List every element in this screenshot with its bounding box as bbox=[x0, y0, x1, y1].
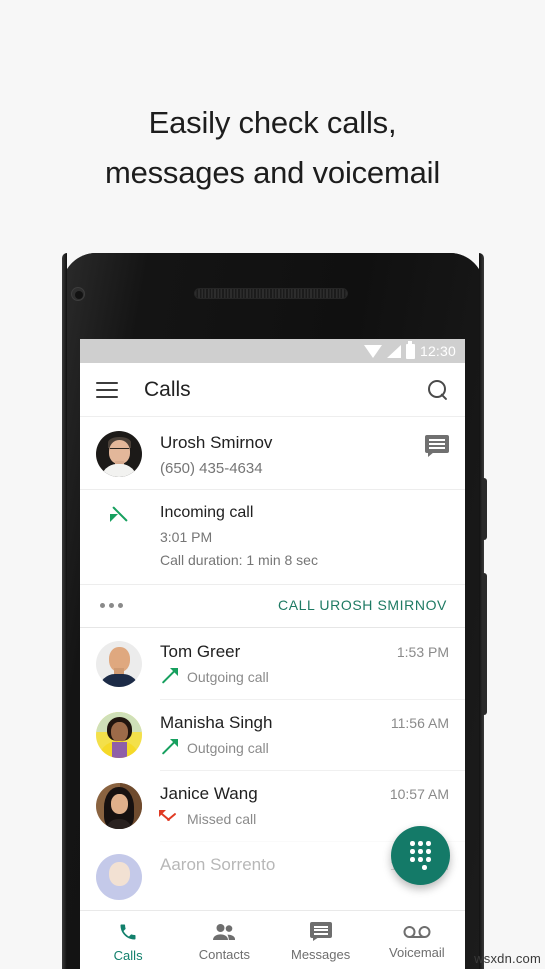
page-title: Easily check calls, messages and voicema… bbox=[0, 98, 545, 198]
phone-left-edge bbox=[62, 253, 67, 969]
people-icon bbox=[212, 923, 236, 941]
battery-icon bbox=[405, 341, 415, 359]
wifi-icon bbox=[363, 344, 382, 358]
phone-screen: 12:30 Calls Urosh Smirnov (650) 435-4634 bbox=[80, 339, 465, 969]
avatar bbox=[96, 712, 142, 758]
expanded-call-header: Urosh Smirnov (650) 435-4634 bbox=[80, 417, 465, 489]
contact-name: Urosh Smirnov bbox=[160, 433, 273, 452]
call-card-actions: CALL UROSH SMIRNOV bbox=[80, 584, 465, 627]
call-time: 3:01 PM bbox=[160, 529, 213, 545]
tab-label: Voicemail bbox=[389, 945, 445, 960]
avatar bbox=[96, 641, 142, 687]
watermark: wsxdn.com bbox=[474, 951, 541, 966]
headline-line-2: messages and voicemail bbox=[104, 155, 441, 190]
app-bar-title: Calls bbox=[144, 377, 191, 401]
app-bar: Calls bbox=[80, 363, 465, 417]
contact-phone-number: (650) 435-4634 bbox=[160, 460, 263, 477]
call-duration: Call duration: 1 min 8 sec bbox=[160, 552, 318, 568]
call-type-label: Outgoing call bbox=[187, 740, 269, 756]
missed-call-arrow-icon bbox=[159, 810, 177, 828]
status-bar-clock: 12:30 bbox=[419, 343, 456, 359]
table-row[interactable]: Manisha Singh Outgoing call 11:56 AM bbox=[80, 699, 465, 770]
contact-name: Tom Greer bbox=[160, 642, 241, 661]
call-time: 1:53 PM bbox=[396, 644, 449, 660]
call-time: 10:57 AM bbox=[389, 786, 449, 802]
tab-calls[interactable]: Calls bbox=[80, 918, 176, 963]
hamburger-menu-icon[interactable] bbox=[96, 381, 118, 398]
call-type-label: Incoming call bbox=[160, 504, 254, 521]
phone-icon bbox=[118, 922, 138, 942]
tab-messages[interactable]: Messages bbox=[273, 918, 369, 962]
overflow-menu-icon[interactable] bbox=[100, 602, 123, 608]
bottom-navigation-bar: Calls Contacts Messages Voicemail bbox=[80, 910, 465, 969]
promo-screenshot: Easily check calls, messages and voicema… bbox=[0, 0, 545, 969]
call-detail: Incoming call 3:01 PM Call duration: 1 m… bbox=[80, 489, 465, 584]
tab-voicemail[interactable]: Voicemail bbox=[369, 920, 465, 960]
status-bar: 12:30 bbox=[80, 339, 465, 363]
call-contact-button[interactable]: CALL UROSH SMIRNOV bbox=[278, 597, 447, 613]
avatar bbox=[96, 854, 142, 900]
earpiece-speaker bbox=[194, 288, 348, 299]
contact-name: Manisha Singh bbox=[160, 713, 273, 732]
headline-line-1: Easily check calls, bbox=[148, 105, 397, 140]
call-time: 11:56 AM bbox=[390, 715, 449, 731]
tab-contacts[interactable]: Contacts bbox=[176, 919, 272, 962]
contact-info: Urosh Smirnov (650) 435-4634 bbox=[160, 431, 425, 479]
tab-label: Contacts bbox=[198, 946, 251, 962]
avatar bbox=[96, 783, 142, 829]
power-button[interactable] bbox=[482, 478, 487, 540]
volume-button[interactable] bbox=[482, 573, 487, 715]
dialpad-icon bbox=[410, 841, 431, 870]
message-icon bbox=[309, 922, 332, 941]
table-row[interactable]: Tom Greer Outgoing call 1:53 PM bbox=[80, 628, 465, 699]
contact-name: Aaron Sorrento bbox=[160, 855, 276, 874]
message-icon[interactable] bbox=[425, 435, 449, 457]
contact-name: Janice Wang bbox=[160, 784, 258, 803]
search-icon[interactable] bbox=[427, 379, 449, 401]
tab-label: Calls bbox=[113, 947, 143, 963]
voicemail-icon bbox=[403, 924, 431, 939]
expanded-call-card[interactable]: Urosh Smirnov (650) 435-4634 Incoming ca… bbox=[80, 417, 465, 628]
outgoing-call-arrow-icon bbox=[160, 739, 178, 757]
dialpad-fab-button[interactable] bbox=[391, 826, 450, 885]
outgoing-call-arrow-icon bbox=[160, 668, 178, 686]
incoming-call-arrow-icon bbox=[109, 506, 128, 523]
call-type-label: Outgoing call bbox=[187, 669, 269, 685]
call-type-label: Missed call bbox=[187, 811, 257, 827]
cell-signal-icon bbox=[386, 344, 401, 358]
avatar bbox=[96, 431, 142, 477]
tab-label: Messages bbox=[291, 947, 351, 962]
front-camera-icon bbox=[71, 287, 85, 301]
